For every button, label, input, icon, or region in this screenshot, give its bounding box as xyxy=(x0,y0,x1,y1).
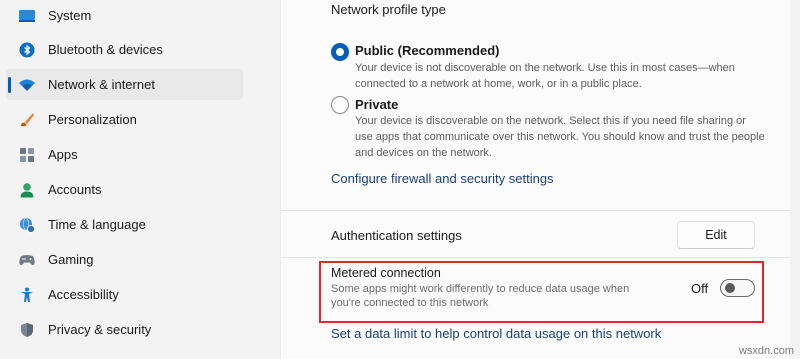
private-option-description: Your device is discoverable on the netwo… xyxy=(355,115,765,159)
gamepad-icon xyxy=(18,251,36,269)
brush-icon xyxy=(18,111,36,129)
sidebar-item-label: Privacy & security xyxy=(48,322,152,337)
globe-clock-icon xyxy=(18,216,36,234)
sidebar-item-label: Gaming xyxy=(48,252,94,267)
sidebar-item-label: Apps xyxy=(48,147,78,162)
sidebar-item-system[interactable]: System xyxy=(6,0,243,31)
sidebar-item-apps[interactable]: Apps xyxy=(6,139,243,170)
selection-indicator xyxy=(8,77,11,93)
bluetooth-icon xyxy=(18,41,36,59)
divider xyxy=(281,257,791,258)
public-option-description: Your device is not discoverable on the n… xyxy=(355,62,735,90)
sidebar-item-label: Bluetooth & devices xyxy=(48,42,163,57)
accessibility-icon xyxy=(18,286,36,304)
sidebar-item-label: Time & language xyxy=(48,217,146,232)
sidebar-item-bluetooth[interactable]: Bluetooth & devices xyxy=(6,34,243,65)
divider xyxy=(281,210,791,211)
public-radio[interactable] xyxy=(331,43,349,61)
monitor-icon xyxy=(18,7,36,25)
authentication-settings-label: Authentication settings xyxy=(331,228,462,243)
sidebar-item-accounts[interactable]: Accounts xyxy=(6,174,243,205)
shield-icon xyxy=(18,321,36,339)
metered-connection-title: Metered connection xyxy=(331,266,441,280)
sidebar-item-label: Accounts xyxy=(48,182,102,197)
sidebar-item-label: Accessibility xyxy=(48,287,119,302)
sidebar-item-label: Network & internet xyxy=(48,77,155,92)
toggle-knob xyxy=(725,283,735,293)
sidebar-item-gaming[interactable]: Gaming xyxy=(6,244,243,275)
settings-sidebar: System Bluetooth & devices Network & int… xyxy=(0,0,280,359)
private-option-title: Private xyxy=(355,97,399,112)
section-title: Network profile type xyxy=(331,2,446,17)
set-data-limit-link[interactable]: Set a data limit to help control data us… xyxy=(331,326,661,341)
settings-content: Network profile type Public (Recommended… xyxy=(280,0,791,359)
sidebar-item-network[interactable]: Network & internet xyxy=(6,69,243,100)
sidebar-item-privacy[interactable]: Privacy & security xyxy=(6,314,243,345)
metered-connection-toggle[interactable] xyxy=(720,279,755,297)
metered-connection-description: Some apps might work differently to redu… xyxy=(331,283,630,309)
apps-icon xyxy=(18,146,36,164)
sidebar-item-label: System xyxy=(48,8,92,23)
edit-button[interactable]: Edit xyxy=(677,221,755,249)
sidebar-item-label: Personalization xyxy=(48,112,137,127)
sidebar-item-accessibility[interactable]: Accessibility xyxy=(6,279,243,310)
private-radio[interactable] xyxy=(331,96,349,114)
watermark: wsxdn.com xyxy=(738,345,794,357)
wifi-icon xyxy=(18,76,36,94)
configure-firewall-link[interactable]: Configure firewall and security settings xyxy=(331,171,554,186)
toggle-state-label: Off xyxy=(691,281,709,296)
public-option-title: Public (Recommended) xyxy=(355,43,500,58)
sidebar-item-time-language[interactable]: Time & language xyxy=(6,209,243,240)
person-icon xyxy=(18,181,36,199)
sidebar-item-personalization[interactable]: Personalization xyxy=(6,104,243,135)
